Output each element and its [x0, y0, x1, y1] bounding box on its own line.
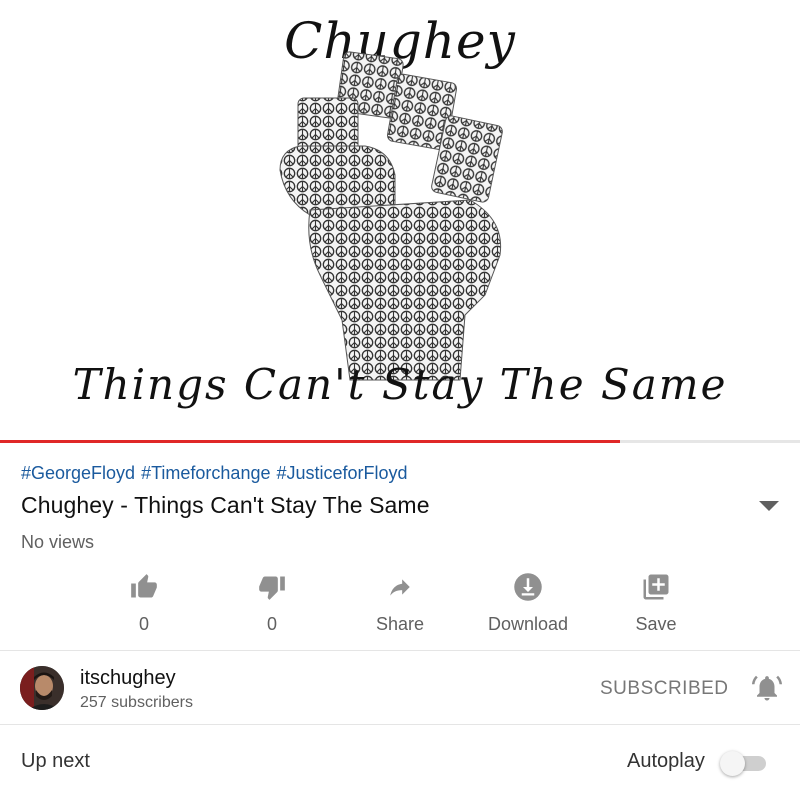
divider — [0, 650, 800, 651]
share-button[interactable]: Share — [336, 570, 464, 640]
hashtag-row: #GeorgeFloyd #Timeforchange #JusticeforF… — [21, 463, 408, 484]
raised-fist-artwork — [279, 51, 503, 381]
artwork-subtitle: Things Can't Stay The Same — [72, 360, 728, 409]
video-player[interactable]: Chughey Things Can't Stay The Same — [0, 0, 800, 440]
save-button[interactable]: Save — [592, 570, 720, 640]
channel-avatar[interactable] — [20, 666, 64, 710]
chevron-down-icon[interactable] — [758, 500, 780, 512]
autoplay-label: Autoplay — [627, 750, 705, 772]
hashtag-link[interactable]: #GeorgeFloyd — [21, 463, 135, 484]
thumbs-up-icon — [127, 570, 161, 604]
autoplay-toggle[interactable] — [720, 751, 768, 776]
share-label: Share — [375, 614, 425, 634]
download-icon — [511, 570, 545, 604]
video-title: Chughey - Things Can't Stay The Same — [21, 492, 430, 518]
save-label: Save — [635, 614, 677, 634]
toggle-knob — [720, 751, 745, 776]
hashtag-link[interactable]: #JusticeforFloyd — [276, 463, 407, 484]
download-button[interactable]: Download — [464, 570, 592, 640]
action-bar: 0 0 Share Download Save — [80, 570, 720, 640]
dislike-button[interactable]: 0 — [208, 570, 336, 640]
progress-bar[interactable] — [0, 440, 800, 443]
subscribed-button[interactable]: SUBSCRIBED — [600, 678, 729, 700]
hashtag-link[interactable]: #Timeforchange — [141, 463, 270, 484]
bell-icon[interactable] — [752, 672, 782, 704]
download-label: Download — [487, 614, 569, 634]
subscriber-count: 257 subscribers — [80, 694, 193, 711]
like-button[interactable]: 0 — [80, 570, 208, 640]
up-next-label: Up next — [21, 750, 90, 772]
progress-bar-fill — [0, 440, 620, 443]
save-playlist-icon — [639, 570, 673, 604]
view-count: No views — [21, 532, 95, 552]
share-icon — [383, 570, 417, 604]
thumbs-down-icon — [255, 570, 289, 604]
channel-name[interactable]: itschughey — [80, 667, 176, 690]
divider — [0, 724, 800, 725]
dislike-count: 0 — [266, 614, 277, 634]
like-count: 0 — [138, 614, 149, 634]
